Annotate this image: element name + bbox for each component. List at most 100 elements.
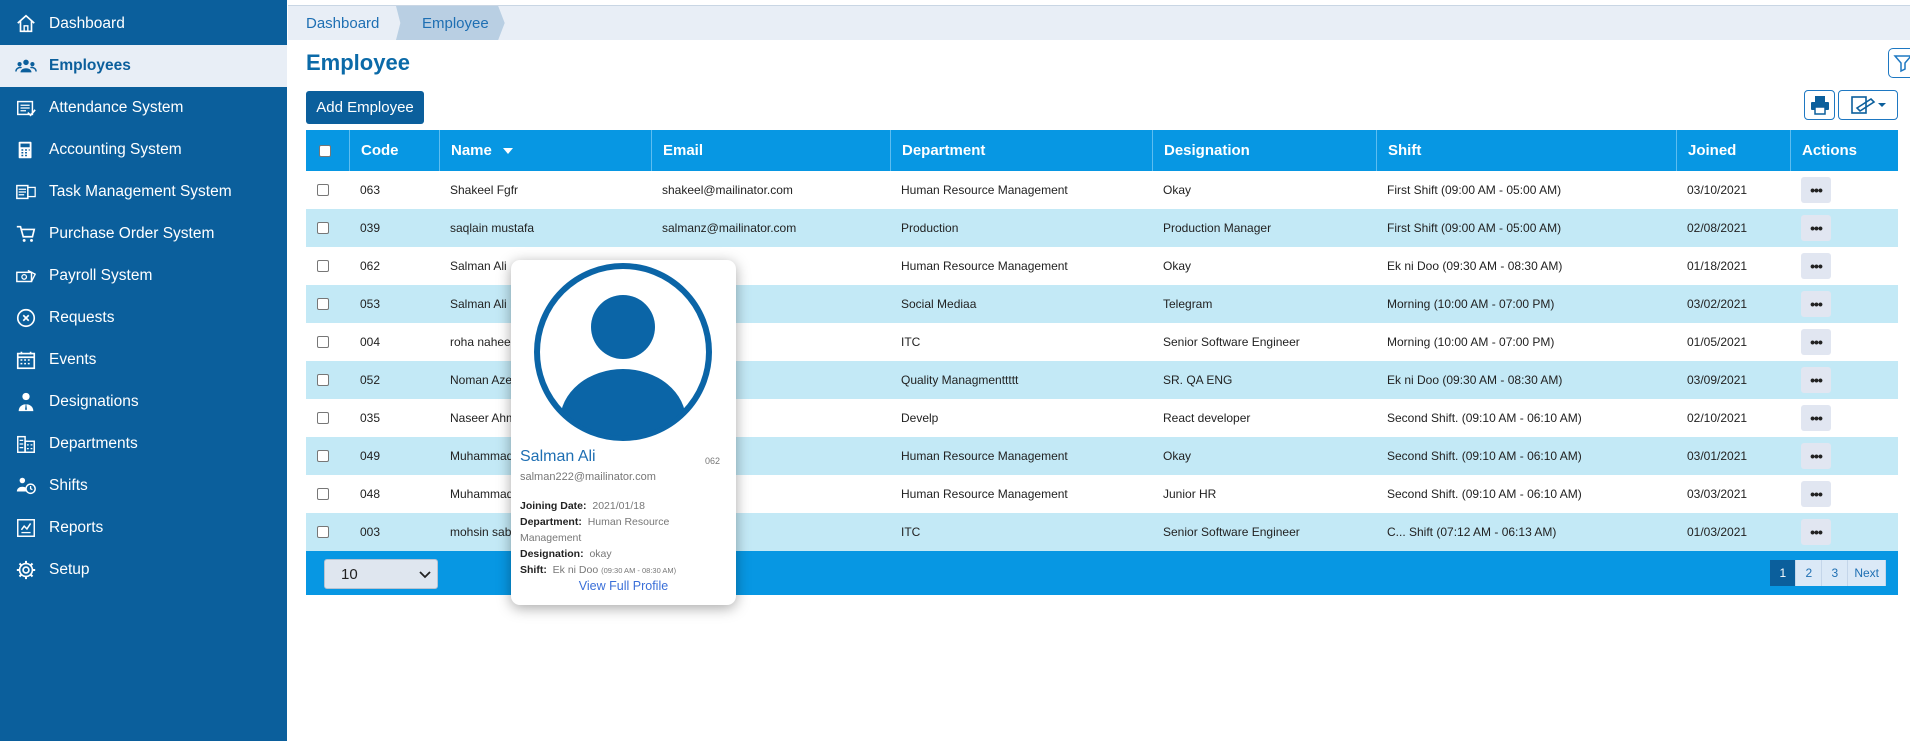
row-actions-button[interactable]: •••: [1801, 291, 1831, 317]
row-checkbox[interactable]: [317, 412, 329, 424]
sidebar-item-label: Requests: [49, 309, 115, 326]
row-checkbox[interactable]: [317, 336, 329, 348]
cell-name[interactable]: saqlain mustafa: [439, 209, 651, 247]
sidebar-item-task-management-system[interactable]: Task Management System: [0, 171, 287, 213]
add-employee-button[interactable]: Add Employee: [306, 91, 424, 124]
designation-value: okay: [589, 548, 612, 560]
select-all-checkbox[interactable]: [319, 144, 331, 157]
col-designation[interactable]: Designation: [1152, 130, 1376, 171]
cell-code: 003: [360, 525, 381, 539]
reports-icon: [14, 516, 38, 540]
table-row[interactable]: 039 saqlain mustafa salmanz@mailinator.com…: [306, 209, 1898, 247]
joining-date-label: Joining Date:: [520, 500, 587, 512]
pagination-next[interactable]: Next: [1848, 560, 1886, 586]
row-select-cell: [306, 399, 349, 437]
sidebar-item-requests[interactable]: Requests: [0, 297, 287, 339]
cell-shift: Morning (10:00 AM - 07:00 PM): [1387, 297, 1555, 311]
cell-code: 052: [360, 373, 381, 387]
col-department[interactable]: Department: [890, 130, 1152, 171]
sidebar-item-label: Events: [49, 351, 97, 368]
col-actions: Actions: [1790, 130, 1898, 171]
row-actions-button[interactable]: •••: [1801, 329, 1831, 355]
cell-designation: Junior HR: [1163, 487, 1217, 501]
gear-icon: [14, 558, 38, 582]
col-name[interactable]: Name: [439, 130, 651, 171]
sidebar-item-accounting-system[interactable]: Accounting System: [0, 129, 287, 171]
sort-down-icon: [502, 147, 513, 154]
sidebar-item-attendance-system[interactable]: Attendance System: [0, 87, 287, 129]
row-checkbox[interactable]: [317, 450, 329, 462]
breadcrumb-employee[interactable]: Employee: [396, 6, 505, 40]
row-checkbox[interactable]: [317, 298, 329, 310]
row-actions-button[interactable]: •••: [1801, 215, 1831, 241]
designation-label: Designation:: [520, 548, 584, 560]
cell-joined: 03/10/2021: [1687, 183, 1748, 197]
row-checkbox[interactable]: [317, 488, 329, 500]
chevron-down-icon: [419, 571, 431, 579]
pagination-page-2[interactable]: 2: [1796, 560, 1823, 586]
sidebar-item-purchase-order-system[interactable]: Purchase Order System: [0, 213, 287, 255]
view-full-profile-link[interactable]: View Full Profile: [511, 579, 736, 593]
filter-icon: [1893, 55, 1910, 73]
sidebar-item-shifts[interactable]: Shifts: [0, 465, 287, 507]
sidebar-item-label: Payroll System: [49, 267, 153, 284]
sidebar-item-label: Task Management System: [49, 183, 232, 200]
sidebar-item-departments[interactable]: Departments: [0, 423, 287, 465]
cell-designation: Okay: [1163, 259, 1192, 273]
department-label: Department:: [520, 516, 582, 528]
pagination-page-3[interactable]: 3: [1822, 560, 1849, 586]
sidebar-item-designations[interactable]: Designations: [0, 381, 287, 423]
cell-shift: First Shift (09:00 AM - 05:00 AM): [1387, 183, 1562, 197]
cell-code: 049: [360, 449, 381, 463]
print-button[interactable]: [1804, 90, 1835, 120]
cell-shift: Second Shift. (09:10 AM - 06:10 AM): [1387, 411, 1582, 425]
page-size-select[interactable]: 10: [324, 559, 438, 589]
row-checkbox[interactable]: [317, 260, 329, 272]
breadcrumb: Dashboard Employee: [288, 5, 1910, 40]
table-header: Code Name Email Department Designation S…: [306, 130, 1898, 171]
sidebar-item-setup[interactable]: Setup: [0, 549, 287, 591]
col-code[interactable]: Code: [349, 130, 439, 171]
cell-shift: Second Shift. (09:10 AM - 06:10 AM): [1387, 449, 1582, 463]
cell-joined: 01/18/2021: [1687, 259, 1748, 273]
row-checkbox[interactable]: [317, 374, 329, 386]
col-shift[interactable]: Shift: [1376, 130, 1676, 171]
row-checkbox[interactable]: [317, 184, 329, 196]
cell-actions: •••: [1790, 171, 1898, 209]
row-select-cell: [306, 247, 349, 285]
cell-actions: •••: [1790, 437, 1898, 475]
sidebar-item-events[interactable]: Events: [0, 339, 287, 381]
pagination-page-1[interactable]: 1: [1770, 560, 1797, 586]
sidebar-item-payroll-system[interactable]: Payroll System: [0, 255, 287, 297]
popup-name[interactable]: Salman Ali: [520, 448, 596, 466]
cell-actions: •••: [1790, 399, 1898, 437]
row-checkbox[interactable]: [317, 222, 329, 234]
cell-joined: 03/02/2021: [1687, 297, 1748, 311]
cart-icon: [14, 222, 38, 246]
shift-value: Ek ni Doo: [552, 564, 599, 576]
row-actions-button[interactable]: •••: [1801, 519, 1831, 545]
row-actions-button[interactable]: •••: [1801, 481, 1831, 507]
row-actions-button[interactable]: •••: [1801, 367, 1831, 393]
sidebar-item-dashboard[interactable]: Dashboard: [0, 3, 287, 45]
filter-button[interactable]: [1888, 48, 1910, 78]
table-row[interactable]: 063 Shakeel Fgfr shakeel@mailinator.com Hum…: [306, 171, 1898, 209]
row-actions-button[interactable]: •••: [1801, 443, 1831, 469]
cell-code: 039: [360, 221, 381, 235]
sidebar-item-reports[interactable]: Reports: [0, 507, 287, 549]
col-joined[interactable]: Joined: [1676, 130, 1790, 171]
row-actions-button[interactable]: •••: [1801, 405, 1831, 431]
row-actions-button[interactable]: •••: [1801, 177, 1831, 203]
col-email[interactable]: Email: [651, 130, 890, 171]
breadcrumb-dashboard[interactable]: Dashboard: [306, 6, 379, 40]
chevron-down-icon: [1878, 103, 1886, 107]
sidebar-item-label: Accounting System: [49, 141, 182, 158]
row-checkbox[interactable]: [317, 526, 329, 538]
sidebar-item-label: Purchase Order System: [49, 225, 215, 242]
export-dropdown-button[interactable]: [1838, 90, 1898, 120]
sidebar-item-employees[interactable]: Employees: [0, 45, 287, 87]
row-actions-button[interactable]: •••: [1801, 253, 1831, 279]
cell-email: shakeel@mailinator.com: [662, 183, 793, 197]
cell-joined: 02/08/2021: [1687, 221, 1748, 235]
cell-name[interactable]: Shakeel Fgfr: [439, 171, 651, 209]
